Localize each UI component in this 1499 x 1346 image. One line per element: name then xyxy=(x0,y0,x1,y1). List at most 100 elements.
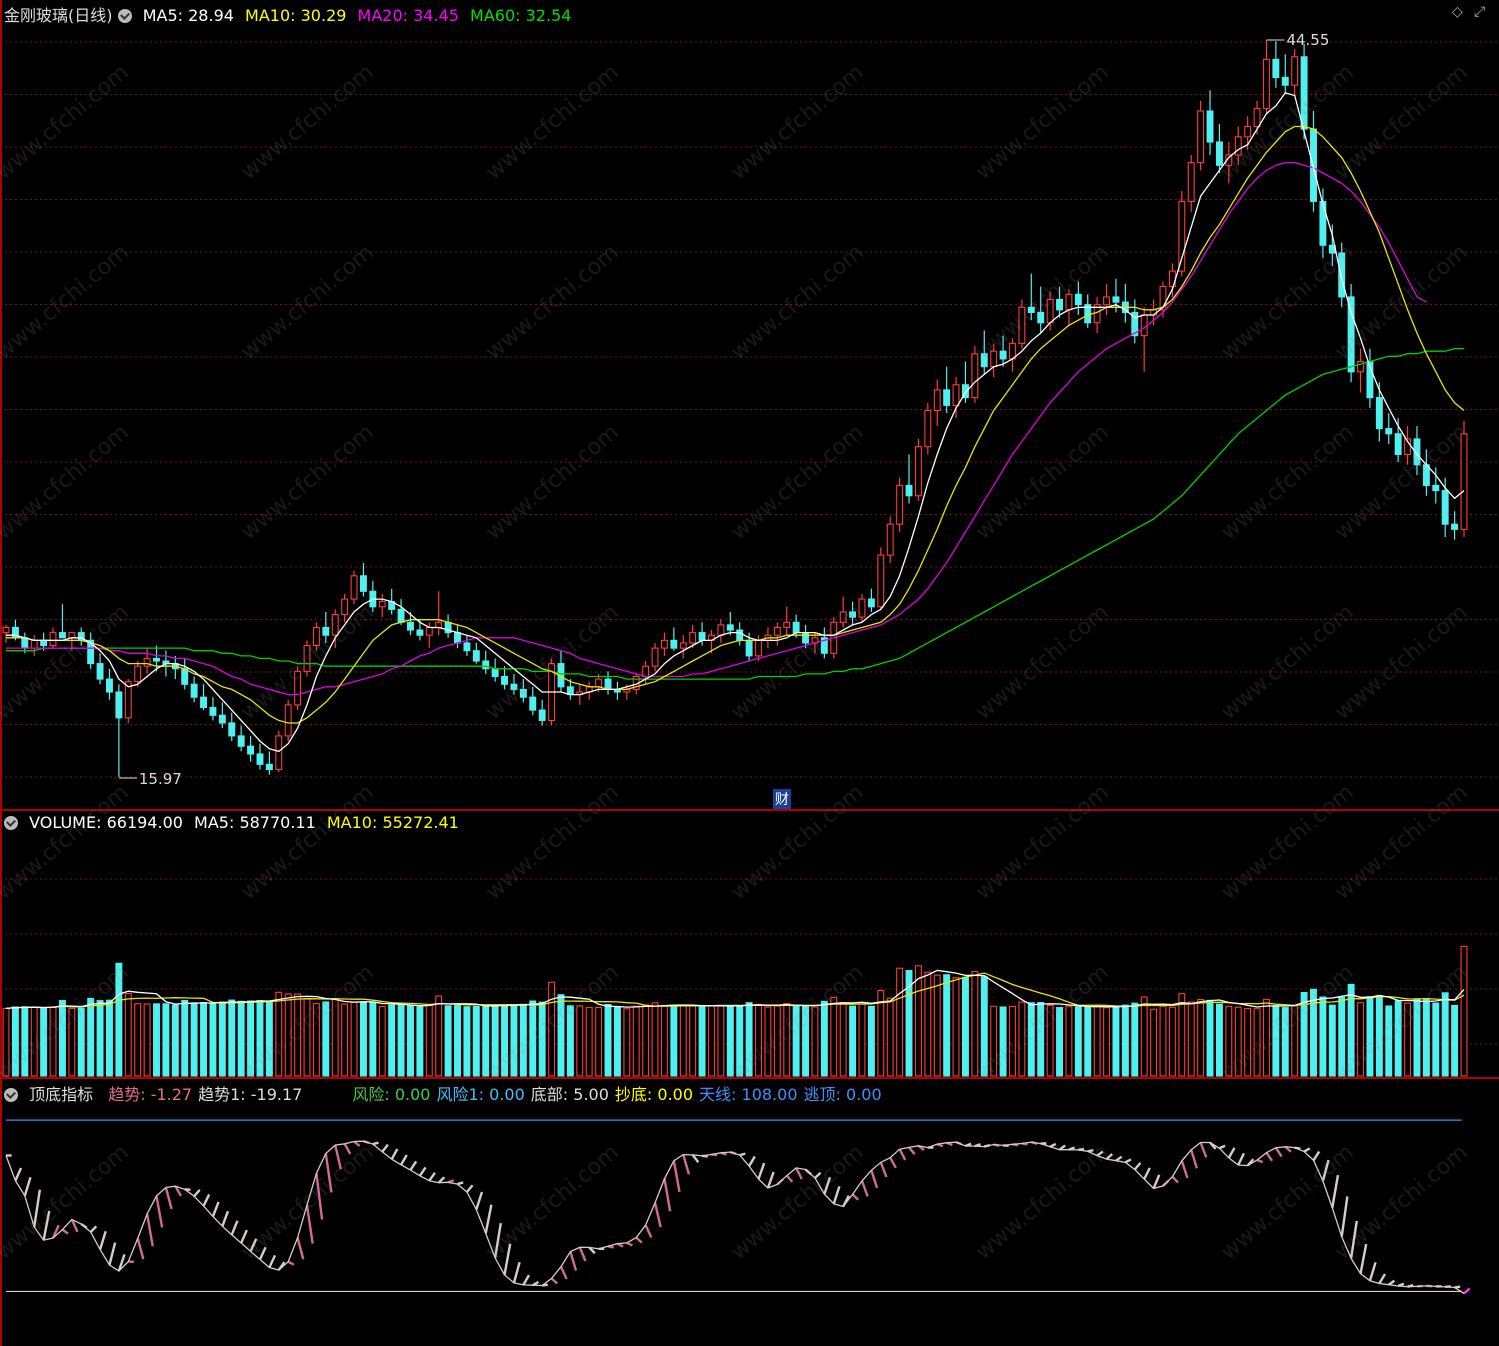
trend-hatch xyxy=(475,1191,484,1210)
volume-legend: VOLUME: 66194.00 xyxy=(29,813,183,832)
volume-bar xyxy=(1422,998,1430,1077)
candle xyxy=(228,712,236,742)
indicator-item-1: 趋势1: -19.17 xyxy=(198,1085,303,1104)
candle xyxy=(886,516,894,563)
trend-hatch xyxy=(748,1155,756,1167)
volume-bar xyxy=(162,1003,170,1077)
volume-bar xyxy=(802,1005,810,1077)
price-settings-icon[interactable] xyxy=(117,9,132,23)
volume-bar xyxy=(40,1007,48,1077)
candle-body xyxy=(914,446,922,497)
volume-bar xyxy=(1206,999,1214,1077)
candle-body xyxy=(209,706,217,716)
volume-bar xyxy=(1366,996,1374,1077)
volume-bar xyxy=(106,999,113,1077)
volume-bar xyxy=(670,1004,678,1077)
volume-bar xyxy=(454,1005,461,1077)
trend-hatch xyxy=(1199,1142,1208,1158)
volume-bar xyxy=(830,996,838,1077)
trend-hatch xyxy=(418,1166,427,1177)
volume-bar xyxy=(359,1001,367,1077)
volume-bar xyxy=(68,1007,76,1077)
volume-bar xyxy=(613,1006,621,1077)
trend-hatch xyxy=(1190,1149,1199,1169)
candle xyxy=(1281,54,1289,93)
trend-hatch xyxy=(672,1160,681,1193)
volume-bar xyxy=(21,1006,29,1077)
candle-body xyxy=(322,626,330,636)
candle-body xyxy=(670,639,678,649)
volume-bar xyxy=(1046,1004,1054,1077)
candle-body xyxy=(256,753,264,765)
candle xyxy=(557,650,565,693)
trend-hatch xyxy=(569,1251,578,1271)
trend-hatch xyxy=(1143,1167,1151,1180)
candle-body xyxy=(435,621,443,629)
candle xyxy=(1009,338,1016,372)
volume-bar xyxy=(294,993,302,1077)
candle xyxy=(341,593,349,623)
volume-bar xyxy=(708,1005,715,1077)
volume-bar xyxy=(1065,1005,1073,1077)
candle-body xyxy=(40,639,48,647)
volume-ma10-legend: MA10: 55272.41 xyxy=(326,813,459,832)
candle xyxy=(1460,420,1468,538)
candle xyxy=(679,635,687,659)
candle xyxy=(463,635,471,656)
volume-bar xyxy=(30,1006,38,1077)
trend-hatch xyxy=(653,1202,662,1228)
candle xyxy=(604,671,612,695)
volume-bar xyxy=(1291,1005,1299,1077)
candle-body xyxy=(1046,298,1054,324)
volume-bar xyxy=(529,1000,537,1077)
candle-body xyxy=(1178,200,1186,272)
cai-badge[interactable]: 财 xyxy=(773,789,791,809)
volume-bar xyxy=(369,1002,377,1077)
volume-bar xyxy=(171,1004,179,1077)
trend-hatch xyxy=(1265,1152,1274,1162)
indicator-name[interactable]: 顶底指标 xyxy=(29,1085,93,1104)
candle xyxy=(77,627,85,646)
volume-bar xyxy=(576,1005,584,1077)
volume-bar xyxy=(228,999,236,1077)
volume-bar xyxy=(1357,1002,1364,1077)
candle xyxy=(294,666,302,711)
candle xyxy=(256,743,264,770)
trend-hatch xyxy=(287,1260,295,1266)
trend-hatch xyxy=(663,1178,672,1212)
candle xyxy=(482,650,490,674)
candle-body xyxy=(1018,306,1026,344)
candle xyxy=(359,562,367,597)
trend-hatch xyxy=(1115,1155,1123,1162)
ma20-legend: MA20: 34.45 xyxy=(357,6,459,25)
trend-hatch xyxy=(61,1228,69,1235)
candle xyxy=(858,593,866,623)
trend-hatch xyxy=(1237,1152,1245,1166)
indicator-settings-icon[interactable] xyxy=(4,1088,18,1102)
volume-bar xyxy=(689,1005,697,1077)
candle-body xyxy=(1262,58,1270,109)
trend-hatch xyxy=(353,1140,361,1147)
trend-hatch xyxy=(795,1167,803,1180)
candle xyxy=(896,477,904,532)
candle-body xyxy=(472,650,480,662)
volume-bar xyxy=(124,993,132,1077)
candle xyxy=(1272,41,1280,88)
ma60-line xyxy=(6,347,1464,680)
volume-bar xyxy=(1225,1005,1233,1077)
volume-bar xyxy=(566,1005,574,1077)
candle xyxy=(303,640,311,677)
volume-bar xyxy=(548,981,556,1077)
candle xyxy=(1338,242,1346,308)
candle-body xyxy=(896,484,904,525)
candle-body xyxy=(858,598,866,618)
trend-hatch xyxy=(193,1189,201,1197)
candle-body xyxy=(538,709,546,721)
trend-hatch xyxy=(145,1213,154,1247)
candle-body xyxy=(30,639,38,649)
candle-body xyxy=(689,632,697,644)
stock-name[interactable]: 金刚玻璃(日线) xyxy=(4,6,113,25)
volume-settings-icon[interactable] xyxy=(4,816,18,830)
volume-bar xyxy=(783,1002,791,1077)
trend-hatch xyxy=(757,1162,766,1180)
